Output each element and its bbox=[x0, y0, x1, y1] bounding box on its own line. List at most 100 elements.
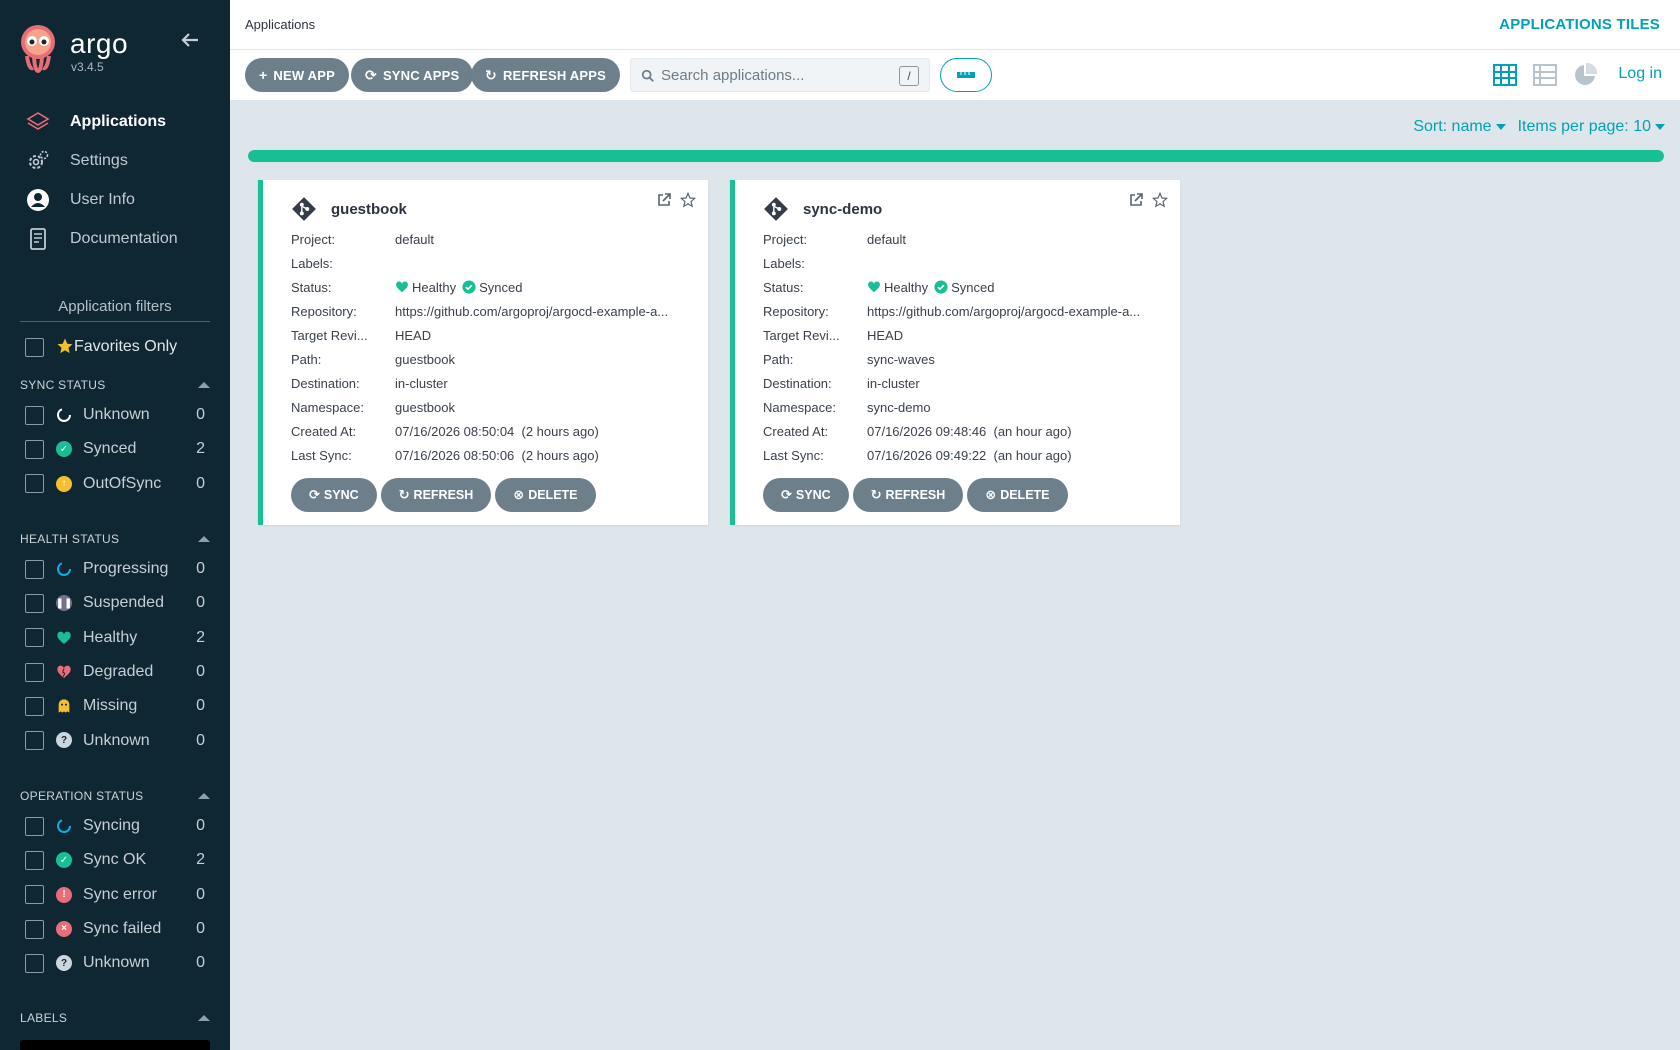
field-label: Status: bbox=[763, 279, 804, 295]
filter-checkbox[interactable] bbox=[25, 439, 44, 459]
filter-label: Healthy bbox=[83, 628, 138, 646]
sync-apps-button[interactable]: ⟳ SYNC APPS bbox=[351, 58, 474, 92]
filter-checkbox[interactable] bbox=[25, 559, 44, 579]
sort-label: Sort: name bbox=[1413, 118, 1492, 135]
collapse-sidebar-button[interactable] bbox=[178, 28, 202, 52]
labels-filters: LABELS bbox=[20, 1008, 210, 1028]
favorites-checkbox[interactable] bbox=[25, 337, 44, 357]
health-status-header[interactable]: HEALTH STATUS bbox=[20, 529, 210, 549]
favorites-only-filter[interactable]: Favorites Only bbox=[25, 337, 177, 357]
field-label: Target Revi... bbox=[291, 327, 368, 343]
filter-op-unknown[interactable]: ? Unknown 0 bbox=[20, 946, 210, 980]
filter-checkbox[interactable] bbox=[25, 731, 44, 751]
filter-checkbox[interactable] bbox=[25, 850, 44, 870]
filter-health-unknown[interactable]: ? Unknown 0 bbox=[20, 723, 210, 757]
heart-icon bbox=[868, 281, 880, 293]
labels-header[interactable]: LABELS bbox=[20, 1008, 210, 1028]
created-value: 07/16/2026 09:48:46 (an hour ago) bbox=[867, 423, 1072, 439]
field-label: Repository: bbox=[291, 303, 357, 319]
app-name[interactable]: guestbook bbox=[331, 201, 407, 218]
check-circle-icon bbox=[934, 280, 948, 294]
filter-checkbox[interactable] bbox=[25, 696, 44, 716]
health-status: Healthy bbox=[867, 280, 928, 295]
nav-user-info[interactable]: User Info bbox=[0, 180, 230, 219]
filter-checkbox[interactable] bbox=[25, 405, 44, 425]
external-link-icon[interactable] bbox=[1128, 192, 1144, 208]
filter-checkbox[interactable] bbox=[25, 662, 44, 682]
filter-label: Sync failed bbox=[83, 920, 162, 938]
filter-label: Missing bbox=[83, 697, 138, 715]
refresh-button[interactable]: ↻ REFRESH bbox=[852, 478, 964, 512]
filter-checkbox[interactable] bbox=[25, 953, 44, 973]
app-tile[interactable]: guestbook Project: default Labels: Status… bbox=[258, 180, 708, 525]
chevron-up-icon bbox=[198, 536, 210, 542]
field-label: Project: bbox=[763, 231, 808, 247]
login-link[interactable]: Log in bbox=[1618, 65, 1662, 83]
button-label: REFRESH bbox=[413, 488, 474, 502]
filter-op-sync-ok[interactable]: ✓ Sync OK 2 bbox=[20, 843, 210, 877]
brand-version: v3.4.5 bbox=[71, 60, 104, 74]
external-link-icon[interactable] bbox=[656, 192, 672, 208]
new-app-button[interactable]: + NEW APP bbox=[245, 58, 349, 92]
filter-count: 0 bbox=[196, 406, 205, 424]
delete-button[interactable]: ⊗ DELETE bbox=[495, 478, 596, 512]
search-box[interactable]: / bbox=[630, 58, 930, 92]
filter-checkbox[interactable] bbox=[25, 885, 44, 905]
filter-health-missing[interactable]: Missing 0 bbox=[20, 689, 210, 723]
nav-documentation[interactable]: Documentation bbox=[0, 219, 230, 258]
layers-icon bbox=[26, 110, 50, 134]
delete-button[interactable]: ⊗ DELETE bbox=[967, 478, 1068, 512]
sidebar: argo v3.4.5 Applications Settings User I… bbox=[0, 0, 230, 1050]
filter-sync-synced[interactable]: ✓ Synced 2 bbox=[20, 432, 210, 466]
pie-chart-icon[interactable] bbox=[1572, 62, 1598, 88]
filter-op-sync-failed[interactable]: × Sync failed 0 bbox=[20, 912, 210, 946]
filter-sync-unknown[interactable]: Unknown 0 bbox=[20, 398, 210, 432]
repository-value: https://github.com/argoproj/argocd-examp… bbox=[395, 303, 669, 319]
nav-settings[interactable]: Settings bbox=[0, 141, 230, 180]
namespace-value: guestbook bbox=[395, 399, 455, 415]
redo-icon: ↻ bbox=[485, 66, 497, 83]
filter-checkbox[interactable] bbox=[25, 816, 44, 836]
operation-status-header[interactable]: OPERATION STATUS bbox=[20, 786, 210, 806]
app-name[interactable]: sync-demo bbox=[803, 201, 882, 218]
tiles-view-icon[interactable] bbox=[1492, 62, 1518, 88]
filter-checkbox[interactable] bbox=[25, 593, 44, 613]
filter-health-degraded[interactable]: Degraded 0 bbox=[20, 655, 210, 689]
sync-status-header[interactable]: SYNC STATUS bbox=[20, 375, 210, 395]
filter-health-healthy[interactable]: Healthy 2 bbox=[20, 621, 210, 655]
project-value: default bbox=[395, 231, 435, 247]
star-icon[interactable] bbox=[1152, 192, 1168, 208]
filter-sync-outofsync[interactable]: ↑ OutOfSync 0 bbox=[20, 467, 210, 501]
project-row: Project: default bbox=[291, 227, 701, 251]
filter-label: Unknown bbox=[83, 731, 150, 749]
filter-checkbox[interactable] bbox=[25, 628, 44, 648]
list-view-icon[interactable] bbox=[1532, 62, 1558, 88]
filter-toggle-button[interactable] bbox=[940, 58, 992, 92]
labels-input[interactable] bbox=[20, 1040, 210, 1050]
filter-count: 0 bbox=[196, 920, 205, 938]
items-per-page-dropdown[interactable]: Items per page: 10 bbox=[1518, 118, 1665, 136]
filter-checkbox[interactable] bbox=[25, 474, 44, 494]
nav-applications[interactable]: Applications bbox=[0, 102, 230, 141]
filter-checkbox[interactable] bbox=[25, 919, 44, 939]
namespace-row: Namespace: guestbook bbox=[291, 395, 701, 419]
search-input[interactable] bbox=[661, 59, 881, 91]
health-status: Healthy bbox=[395, 280, 456, 295]
check-circle-icon: ✓ bbox=[56, 852, 72, 869]
filter-op-sync-error[interactable]: ! Sync error 0 bbox=[20, 878, 210, 912]
filter-op-syncing[interactable]: Syncing 0 bbox=[20, 809, 210, 843]
sort-dropdown[interactable]: Sort: name bbox=[1413, 118, 1506, 136]
filter-health-suspended[interactable]: ❚❚ Suspended 0 bbox=[20, 586, 210, 620]
refresh-apps-button[interactable]: ↻ REFRESH APPS bbox=[471, 58, 620, 92]
sync-button[interactable]: ⟳ SYNC bbox=[291, 478, 377, 512]
star-icon[interactable] bbox=[680, 192, 696, 208]
app-tile[interactable]: sync-demo Project: default Labels: Status… bbox=[730, 180, 1180, 525]
toolbar: + NEW APP ⟳ SYNC APPS ↻ REFRESH APPS / L… bbox=[230, 50, 1680, 100]
field-label: Path: bbox=[291, 351, 322, 367]
question-circle-icon: ? bbox=[56, 955, 72, 972]
sync-button[interactable]: ⟳ SYNC bbox=[763, 478, 849, 512]
destination-value: in-cluster bbox=[395, 375, 448, 391]
refresh-button[interactable]: ↻ REFRESH bbox=[380, 478, 492, 512]
breadcrumb[interactable]: Applications bbox=[245, 17, 315, 32]
filter-health-progressing[interactable]: Progressing 0 bbox=[20, 552, 210, 586]
